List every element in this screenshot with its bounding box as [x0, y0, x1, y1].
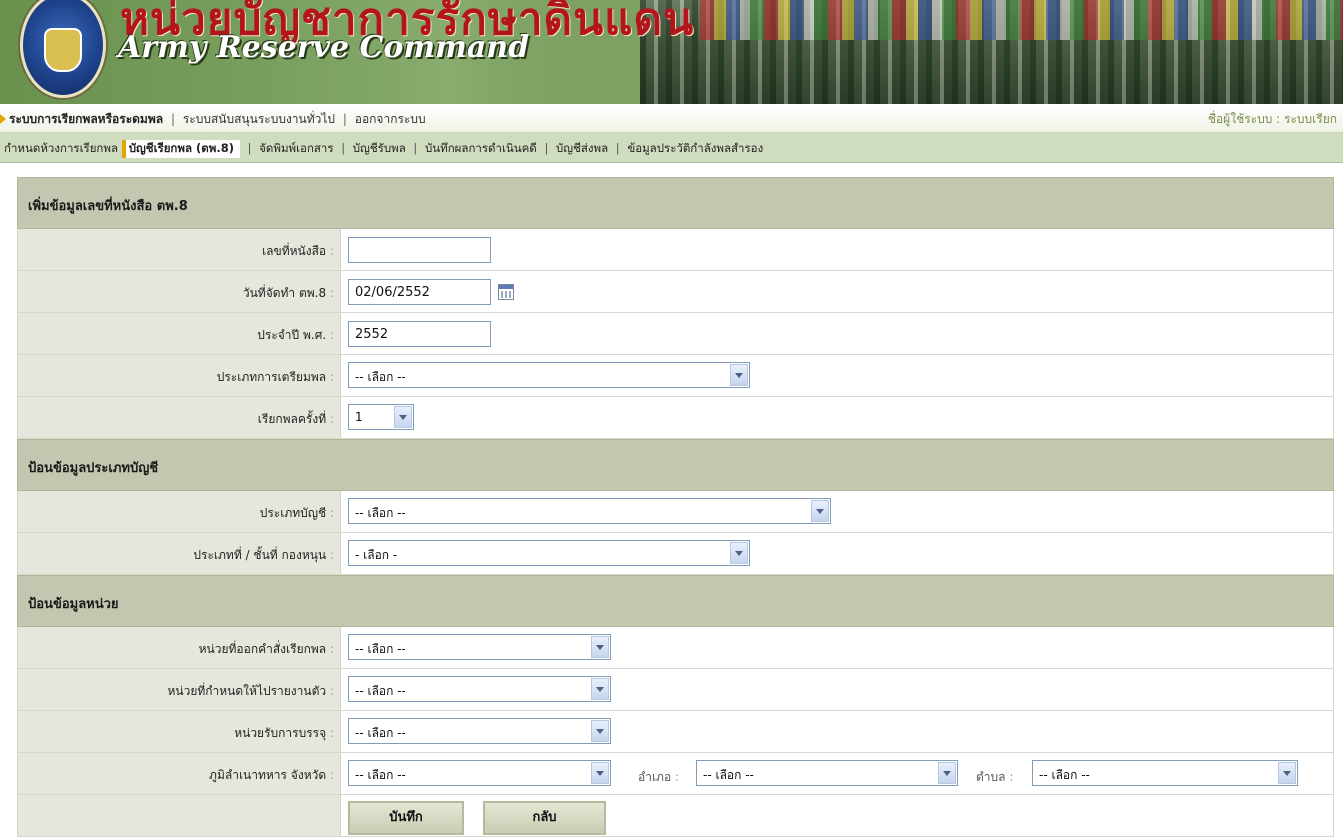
chevron-down-icon	[730, 542, 748, 564]
calendar-icon[interactable]	[498, 284, 514, 300]
subnav-send-list[interactable]: บัญชีส่งพล	[556, 141, 608, 155]
chevron-down-icon	[811, 500, 829, 522]
call-round-select[interactable]: 1	[348, 404, 414, 430]
subnav-call-list-active[interactable]: บัญชีเรียกพล (ตพ.8)	[121, 140, 240, 158]
district-select[interactable]: -- เลือก --	[696, 760, 958, 786]
user-value: ระบบเรียก	[1284, 112, 1337, 126]
user-label: ชื่อผู้ใช้ระบบ	[1207, 112, 1273, 126]
year-input[interactable]	[348, 321, 491, 347]
active-marker-icon	[0, 114, 6, 124]
row-year: ประจำปี พ.ศ.	[17, 313, 1334, 355]
subnav-prosecution-record[interactable]: บันทึกผลการดำเนินคดี	[425, 141, 537, 155]
year-label: ประจำปี พ.ศ.	[257, 326, 334, 345]
domicile-province-label: ภูมิลำเนาทหาร จังหวัด	[209, 766, 334, 785]
reserve-class-select[interactable]: - เลือก -	[348, 540, 750, 566]
row-reserve-class: ประเภทที่ / ชั้นที่ กองหนุน - เลือก -	[17, 533, 1334, 575]
reserve-class-label: ประเภทที่ / ชั้นที่ กองหนุน	[193, 546, 334, 565]
row-date: วันที่จัดทำ ตพ.8	[17, 271, 1334, 313]
receiving-unit-label: หน่วยรับการบรรจุ	[234, 724, 334, 743]
date-label: วันที่จัดทำ ตพ.8	[243, 284, 334, 303]
account-type-label: ประเภทบัญชี	[260, 504, 334, 523]
row-doc-number: เลขที่หนังสือ	[17, 229, 1334, 271]
prep-type-label: ประเภทการเตรียมพล	[217, 368, 334, 387]
nav-mobilization-system[interactable]: ระบบการเรียกพลหรือระดมพล	[9, 112, 163, 126]
call-round-label: เรียกพลครั้งที่	[258, 410, 334, 429]
report-unit-label: หน่วยที่กำหนดให้ไปรายงานตัว	[167, 682, 334, 701]
subdistrict-select[interactable]: -- เลือก --	[1032, 760, 1298, 786]
save-button[interactable]: บันทึก	[348, 801, 464, 835]
date-input[interactable]	[348, 279, 491, 305]
nav-general-support-system[interactable]: ระบบสนับสนุนระบบงานทั่วไป	[183, 112, 335, 126]
chevron-down-icon	[394, 406, 412, 428]
banner-flags	[700, 0, 1343, 40]
back-button[interactable]: กลับ	[483, 801, 606, 835]
chevron-down-icon	[591, 636, 609, 658]
site-title-english: Army Reserve Command	[118, 30, 530, 65]
report-unit-select[interactable]: -- เลือก --	[348, 676, 611, 702]
row-actions: บันทึก กลับ	[17, 795, 1334, 837]
chevron-down-icon	[591, 720, 609, 742]
row-account-type: ประเภทบัญชี -- เลือก --	[17, 491, 1334, 533]
row-issuing-unit: หน่วยที่ออกคำสั่งเรียกพล -- เลือก --	[17, 627, 1334, 669]
header-banner: หน่วยบัญชาการรักษาดินแดน Army Reserve Co…	[0, 0, 1343, 104]
row-domicile: ภูมิลำเนาทหาร จังหวัด -- เลือก -- อำเภอ …	[17, 753, 1334, 795]
district-label: อำเภอ	[638, 768, 679, 787]
account-type-select[interactable]: -- เลือก --	[348, 498, 831, 524]
row-prep-type: ประเภทการเตรียมพล -- เลือก --	[17, 355, 1334, 397]
subnav-print-documents[interactable]: จัดพิมพ์เอกสาร	[259, 141, 333, 155]
subnav-receive-list[interactable]: บัญชีรับพล	[353, 141, 406, 155]
section-unit: ป้อนข้อมูลหน่วย	[17, 575, 1334, 627]
doc-number-input[interactable]	[348, 237, 491, 263]
row-call-round: เรียกพลครั้งที่ 1	[17, 397, 1334, 439]
doc-number-label: เลขที่หนังสือ	[262, 242, 334, 261]
row-receiving-unit: หน่วยรับการบรรจุ -- เลือก --	[17, 711, 1334, 753]
user-info: ชื่อผู้ใช้ระบบ : ระบบเรียก	[1207, 112, 1337, 126]
chevron-down-icon	[1278, 762, 1296, 784]
chevron-down-icon	[938, 762, 956, 784]
tp8-form: เพิ่มข้อมูลเลขที่หนังสือ ตพ.8 เลขที่หนัง…	[17, 177, 1334, 837]
chevron-down-icon	[730, 364, 748, 386]
prep-type-select[interactable]: -- เลือก --	[348, 362, 750, 388]
chevron-down-icon	[591, 762, 609, 784]
issuing-unit-select[interactable]: -- เลือก --	[348, 634, 611, 660]
row-report-unit: หน่วยที่กำหนดให้ไปรายงานตัว -- เลือก --	[17, 669, 1334, 711]
issuing-unit-label: หน่วยที่ออกคำสั่งเรียกพล	[199, 640, 334, 659]
sub-nav: กำหนดห้วงการเรียกพล บัญชีเรียกพล (ตพ.8) …	[0, 133, 1343, 163]
subnav-reserve-history[interactable]: ข้อมูลประวัติกำลังพลสำรอง	[627, 141, 763, 155]
section-account-type: ป้อนข้อมูลประเภทบัญชี	[17, 439, 1334, 491]
province-select[interactable]: -- เลือก --	[348, 760, 611, 786]
main-nav: ระบบการเรียกพลหรือระดมพล | ระบบสนับสนุนร…	[0, 104, 1343, 133]
receiving-unit-select[interactable]: -- เลือก --	[348, 718, 611, 744]
chevron-down-icon	[591, 678, 609, 700]
subdistrict-label: ตำบล	[976, 768, 1013, 787]
subnav-call-period[interactable]: กำหนดห้วงการเรียกพล	[4, 141, 118, 155]
section-doc-number: เพิ่มข้อมูลเลขที่หนังสือ ตพ.8	[17, 177, 1334, 229]
nav-logout[interactable]: ออกจากระบบ	[355, 112, 426, 126]
